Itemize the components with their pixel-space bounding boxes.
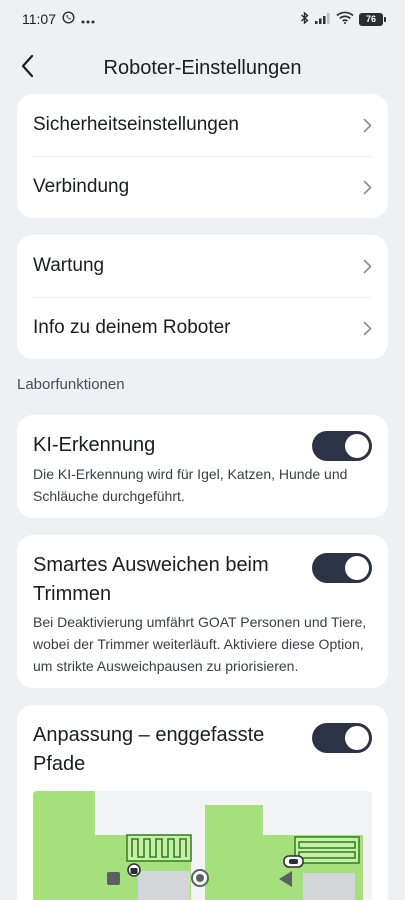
battery-icon: 76 <box>359 12 386 26</box>
back-button[interactable] <box>14 52 42 84</box>
toggle-description: Die KI-Erkennung wird für Igel, Katzen, … <box>33 466 348 504</box>
settings-item-connection[interactable]: Verbindung <box>17 156 388 218</box>
settings-item-label: Wartung <box>33 255 105 276</box>
settings-item-maintenance[interactable]: Wartung <box>17 235 388 297</box>
chevron-right-icon <box>363 118 372 133</box>
chevron-left-icon <box>21 54 35 83</box>
lab-card-smart-avoidance: Smartes Ausweichen beim Trimmen Bei Deak… <box>17 535 388 688</box>
settings-item-security[interactable]: Sicherheitseinstellungen <box>17 94 388 156</box>
wifi-icon <box>336 11 354 27</box>
toggle-title: Anpassung – enggefasste Pfade <box>33 724 265 775</box>
lab-card-narrow-paths: Anpassung – enggefasste Pfade <box>17 705 388 900</box>
settings-card-2: Wartung Info zu deinem Roboter <box>17 235 388 359</box>
more-dots-icon <box>81 11 95 27</box>
toggle-description: Bei Deaktivierung umfährt GOAT Personen … <box>33 614 367 674</box>
header: Roboter-Einstellungen <box>0 48 405 88</box>
narrow-paths-illustration <box>33 791 372 900</box>
chevron-right-icon <box>363 259 372 274</box>
signal-icon <box>315 11 331 27</box>
settings-card-1: Sicherheitseinstellungen Verbindung <box>17 94 388 218</box>
chevron-right-icon <box>363 180 372 195</box>
whatsapp-icon <box>62 11 75 27</box>
lab-card-ai-detection: KI-Erkennung Die KI-Erkennung wird für I… <box>17 415 388 518</box>
toggle-knob <box>345 726 369 750</box>
toggle-title: Smartes Ausweichen beim Trimmen <box>33 554 269 605</box>
toggle-knob <box>345 556 369 580</box>
settings-item-label: Verbindung <box>33 176 130 197</box>
bluetooth-icon <box>300 11 310 28</box>
settings-item-robot-info[interactable]: Info zu deinem Roboter <box>17 297 388 359</box>
settings-item-label: Sicherheitseinstellungen <box>33 114 239 135</box>
toggle-title: KI-Erkennung <box>33 434 156 456</box>
status-bar: 11:07 76 <box>0 0 405 38</box>
smart-avoidance-toggle[interactable] <box>312 553 372 583</box>
ai-detection-toggle[interactable] <box>312 431 372 461</box>
section-label-lab-features: Laborfunktionen <box>17 376 125 393</box>
toggle-knob <box>345 434 369 458</box>
chevron-right-icon <box>363 321 372 336</box>
narrow-paths-toggle[interactable] <box>312 723 372 753</box>
status-time: 11:07 <box>22 11 56 27</box>
settings-item-label: Info zu deinem Roboter <box>33 317 231 338</box>
page-title: Roboter-Einstellungen <box>103 56 302 79</box>
